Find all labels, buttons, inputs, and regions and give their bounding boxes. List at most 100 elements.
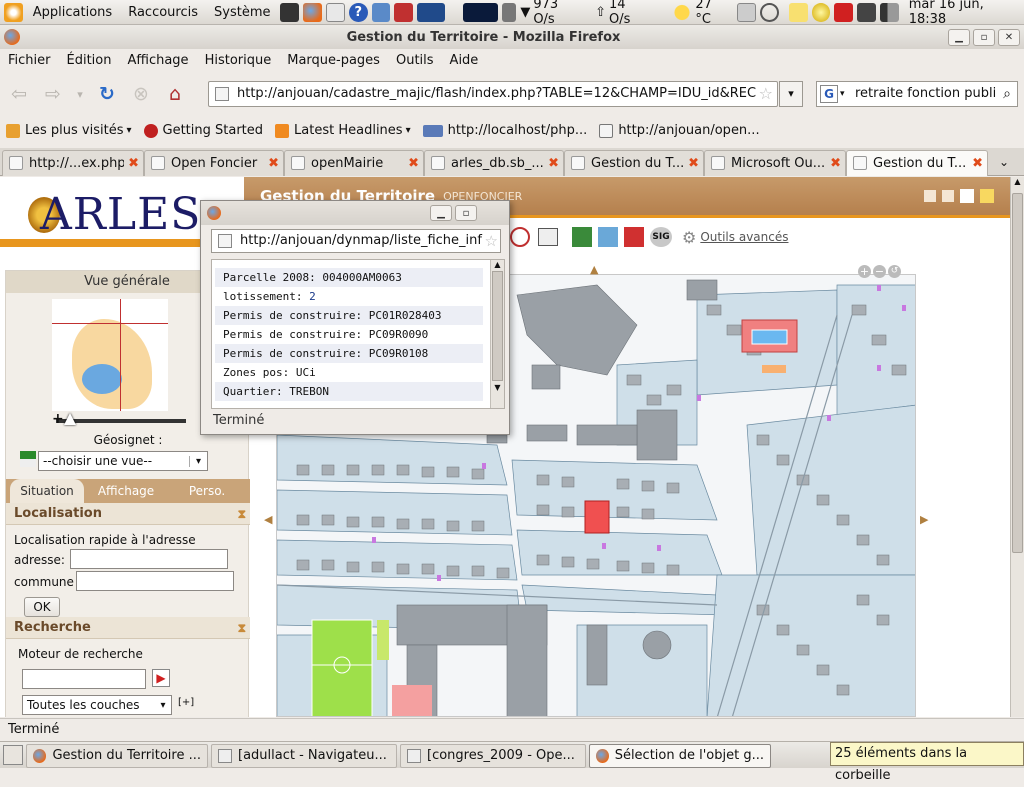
image-export-icon[interactable] — [598, 227, 618, 247]
address-input[interactable] — [70, 549, 228, 569]
tab-microsoft-ou[interactable]: Microsoft Ou... ✖ — [704, 149, 846, 176]
google-engine-icon[interactable]: G — [820, 85, 838, 103]
help-icon[interactable]: ? — [348, 2, 368, 22]
bookmark-anjouan-open[interactable]: http://anjouan/open... — [593, 119, 765, 143]
mail-icon[interactable] — [326, 2, 345, 22]
localisation-title[interactable]: Localisation ⧗ — [6, 503, 250, 525]
tab-situation[interactable]: Situation — [10, 479, 84, 503]
tab-arles-db[interactable]: arles_db.sb_... ✖ — [424, 149, 564, 176]
menu-systeme[interactable]: Système — [206, 0, 278, 25]
collapse-icon[interactable]: ⧗ — [238, 617, 246, 639]
tab-close-icon[interactable]: ✖ — [268, 156, 279, 171]
home-icon[interactable]: ⌂ — [160, 79, 190, 109]
bookmark-most-visited[interactable]: Les plus visités ▾ — [0, 119, 138, 143]
popup-minimize-button[interactable]: ▁ — [430, 205, 452, 221]
header-tool-icon[interactable] — [924, 190, 936, 202]
applet-icon[interactable] — [737, 2, 756, 22]
tab-list-chevron-icon[interactable]: ⌄ — [992, 155, 1016, 169]
search-query-input[interactable] — [22, 669, 146, 689]
bookmark-latest-headlines[interactable]: Latest Headlines ▾ — [269, 119, 417, 143]
document-icon[interactable] — [371, 2, 391, 22]
url-bar[interactable]: http://anjouan/cadastre_majic/flash/inde… — [208, 81, 778, 107]
popup-bookmark-star-icon[interactable]: ☆ — [484, 230, 498, 252]
display-icon[interactable] — [857, 2, 876, 22]
excel-export-icon[interactable] — [572, 227, 592, 247]
header-tool-icon[interactable] — [942, 190, 954, 202]
menu-raccourcis[interactable]: Raccourcis — [120, 0, 206, 25]
layer-select[interactable]: Toutes les couches ▾ — [22, 695, 172, 715]
terminal-icon[interactable] — [280, 2, 300, 22]
tab-close-icon[interactable]: ✖ — [548, 156, 559, 171]
engine-dropdown-icon[interactable]: ▾ — [840, 82, 845, 106]
map-pan-left-arrow-icon[interactable]: ◀ — [264, 513, 272, 526]
tab-close-icon[interactable]: ✖ — [688, 156, 699, 171]
menu-historique[interactable]: Historique — [197, 49, 280, 73]
tab-close-icon[interactable]: ✖ — [972, 156, 983, 171]
zoom-in-icon[interactable]: + — [52, 411, 64, 427]
history-dropdown-icon[interactable]: ▾ — [72, 79, 88, 109]
expand-plus-link[interactable]: [+] — [178, 697, 194, 708]
page-scrollbar[interactable]: ▲ — [1010, 177, 1024, 717]
scroll-thumb[interactable] — [1012, 193, 1023, 553]
maximize-button[interactable]: ▫ — [973, 28, 995, 46]
tab-close-icon[interactable]: ✖ — [830, 156, 841, 171]
task-selection-objet[interactable]: Sélection de l'objet g... — [589, 743, 771, 768]
gear-icon[interactable]: ⚙ — [682, 228, 696, 247]
menu-outils[interactable]: Outils — [388, 49, 442, 73]
tab-gestion-active[interactable]: Gestion du T... ✖ — [846, 149, 988, 176]
show-desktop-icon[interactable] — [3, 745, 23, 765]
map-pan-right-arrow-icon[interactable]: ▶ — [920, 513, 928, 526]
task-gestion-territoire[interactable]: Gestion du Territoire ... — [26, 743, 208, 768]
update-icon[interactable] — [834, 2, 854, 22]
popup-maximize-button[interactable]: ▫ — [455, 205, 477, 221]
search-magnifier-icon[interactable]: ⌕ — [997, 82, 1017, 106]
menu-marque-pages[interactable]: Marque-pages — [279, 49, 388, 73]
bookmark-star-icon[interactable]: ☆ — [756, 82, 773, 106]
menu-aide[interactable]: Aide — [442, 49, 487, 73]
menu-applications[interactable]: Applications — [25, 0, 120, 25]
lightbulb-icon[interactable] — [811, 2, 831, 22]
view-select[interactable]: --choisir une vue-- ▾ — [38, 451, 208, 471]
tab-perso[interactable]: Perso. — [168, 479, 246, 503]
tab-affichage[interactable]: Affichage — [88, 479, 164, 503]
menu-fichier[interactable]: Fichier — [0, 49, 59, 73]
tab-close-icon[interactable]: ✖ — [408, 156, 419, 171]
map-zoom-in-icon[interactable]: + — [858, 265, 871, 278]
close-window-button[interactable]: ✕ — [998, 28, 1020, 46]
search-go-button[interactable]: ▶ — [152, 669, 170, 687]
pdf-export-icon[interactable] — [624, 227, 644, 247]
firefox-icon[interactable] — [303, 2, 323, 22]
sig-icon[interactable]: SIG — [650, 227, 672, 247]
minimize-button[interactable]: ▁ — [948, 28, 970, 46]
map-reset-icon[interactable]: ↺ — [888, 265, 901, 278]
commune-input[interactable] — [76, 571, 234, 591]
tab-openmairie[interactable]: openMairie ✖ — [284, 149, 424, 176]
back-arrow-icon[interactable]: ⇦ — [4, 79, 34, 109]
pdf-icon[interactable] — [394, 2, 414, 22]
tab-gestion-1[interactable]: Gestion du T... ✖ — [564, 149, 704, 176]
print-area-icon[interactable] — [538, 228, 558, 246]
tab-open-foncier[interactable]: Open Foncier ✖ — [144, 149, 284, 176]
popup-titlebar[interactable]: ▁ ▫ — [201, 201, 509, 225]
gnome-foot-icon[interactable] — [4, 2, 23, 22]
reload-icon[interactable]: ↻ — [92, 79, 122, 109]
collapse-icon[interactable]: ⧗ — [238, 503, 246, 525]
header-tool-icon[interactable] — [980, 189, 994, 203]
bookmark-localhost-php[interactable]: http://localhost/php... — [417, 119, 594, 143]
select-tool-icon[interactable] — [510, 227, 530, 247]
window-titlebar[interactable]: Gestion du Territoire - Mozilla Firefox … — [0, 25, 1024, 49]
recherche-title[interactable]: Recherche ⧗ — [6, 617, 250, 639]
task-congres[interactable]: [congres_2009 - Ope... — [400, 743, 586, 768]
advanced-tools-link[interactable]: Outils avancés — [700, 230, 788, 244]
scroll-up-arrow-icon[interactable]: ▲ — [1011, 177, 1024, 191]
notification-envelope-icon[interactable] — [788, 2, 808, 22]
task-adullact[interactable]: [adullact - Navigateu... — [211, 743, 397, 768]
scroll-down-arrow-icon[interactable]: ▼ — [491, 383, 504, 392]
map-pan-up-arrow-icon[interactable]: ▲ — [590, 263, 598, 276]
power-icon[interactable] — [760, 2, 779, 22]
volume-icon[interactable] — [879, 2, 899, 22]
popup-scrollbar[interactable]: ▲ ▼ — [490, 260, 504, 408]
overview-map[interactable] — [52, 299, 168, 411]
zoom-handle[interactable] — [64, 413, 76, 425]
header-tool-icon[interactable] — [960, 189, 974, 203]
